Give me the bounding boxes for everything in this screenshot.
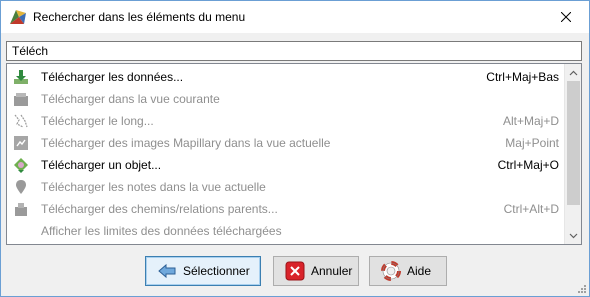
josm-icon: [10, 10, 26, 24]
list-item-telecharger-mapillary[interactable]: Télécharger des images Mapillary dans la…: [7, 132, 565, 154]
scrollbar-thumb[interactable]: [567, 81, 580, 205]
select-button[interactable]: Sélectionner: [145, 256, 261, 286]
list-item-telecharger-vue-courante[interactable]: Télécharger dans la vue courante: [7, 88, 565, 110]
select-arrow-icon: [158, 263, 176, 279]
window-title: Rechercher dans les éléments du menu: [33, 10, 246, 24]
chevron-down-icon: [569, 233, 578, 238]
item-label: Télécharger le long...: [41, 114, 154, 128]
list-item-telecharger-donnees[interactable]: Télécharger les données... Ctrl+Maj+Bas: [7, 66, 565, 88]
vertical-scrollbar[interactable]: [564, 64, 581, 244]
list-item-afficher-limites[interactable]: Afficher les limites des données télécha…: [7, 220, 565, 242]
cancel-icon: [285, 261, 305, 281]
item-label: Télécharger des images Mapillary dans la…: [41, 136, 331, 150]
item-shortcut: Ctrl+Alt+D: [503, 202, 559, 216]
item-shortcut: Ctrl+Maj+Bas: [486, 70, 559, 84]
list-item-telecharger-le-long[interactable]: Télécharger le long... Alt+Maj+D: [7, 110, 565, 132]
cancel-button-label: Annuler: [311, 264, 353, 278]
download-view-icon: [14, 93, 28, 106]
close-button[interactable]: [543, 1, 589, 33]
item-shortcut: Maj+Point: [505, 136, 559, 150]
search-menu-dialog: Rechercher dans les éléments du menu Tél…: [0, 0, 590, 297]
chevron-up-icon: [569, 70, 578, 75]
item-shortcut: Ctrl+Maj+O: [497, 158, 559, 172]
search-input[interactable]: [6, 41, 582, 61]
select-button-label: Sélectionner: [183, 264, 250, 278]
list-item-telecharger-objet[interactable]: Télécharger un objet... Ctrl+Maj+O: [7, 154, 565, 176]
help-lifebuoy-icon: [381, 261, 401, 281]
mapillary-icon: [14, 136, 28, 150]
item-label: Afficher les limites des données télécha…: [41, 224, 282, 238]
cancel-button[interactable]: Annuler: [273, 256, 359, 286]
title-bar: Rechercher dans les éléments du menu: [1, 1, 589, 33]
list-item-telecharger-notes[interactable]: Télécharger les notes dans la vue actuel…: [7, 176, 565, 198]
item-label: Télécharger les notes dans la vue actuel…: [41, 180, 266, 194]
help-button-label: Aide: [407, 264, 432, 278]
resize-grip-icon[interactable]: [577, 284, 587, 294]
menu-results-list[interactable]: Télécharger les données... Ctrl+Maj+Bas …: [6, 63, 582, 245]
help-button[interactable]: Aide: [369, 256, 447, 286]
item-label: Télécharger dans la vue courante: [41, 92, 220, 106]
close-icon: [561, 12, 571, 22]
item-label: Télécharger les données...: [41, 70, 184, 84]
item-label: Télécharger des chemins/relations parent…: [41, 202, 278, 216]
download-icon: [14, 70, 28, 84]
notes-icon: [16, 180, 26, 194]
download-along-icon: [14, 114, 28, 128]
item-shortcut: Alt+Maj+D: [502, 114, 559, 128]
item-label: Télécharger un objet...: [41, 158, 162, 172]
download-object-icon: [14, 158, 28, 173]
list-item-telecharger-parents[interactable]: Télécharger des chemins/relations parent…: [7, 198, 565, 220]
scroll-down-button[interactable]: [565, 227, 581, 244]
scroll-up-button[interactable]: [565, 64, 581, 81]
download-parents-icon: [15, 203, 27, 216]
